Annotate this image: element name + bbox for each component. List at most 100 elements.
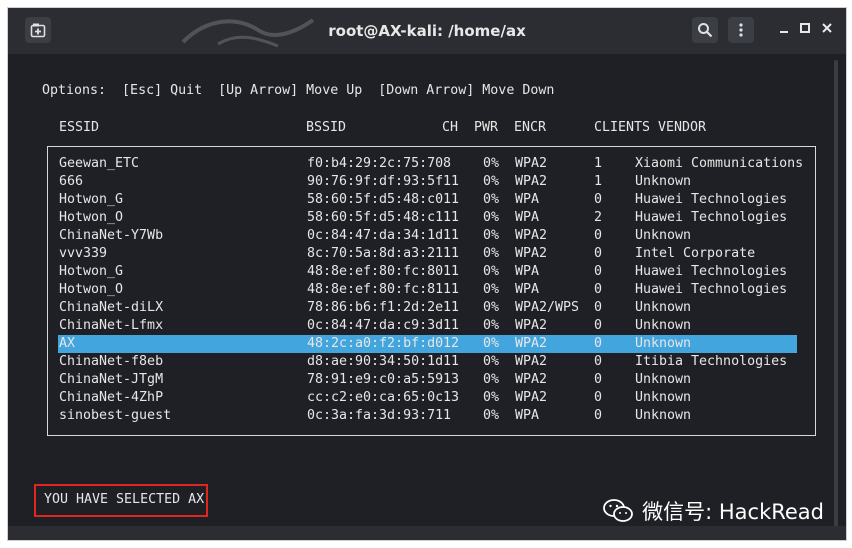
cell-encr: WPA2 — [515, 336, 548, 351]
close-icon — [822, 23, 832, 33]
network-list[interactable]: Geewan_ETC f0:b4:29:2c:75:70 8 0% WPA2 1 Xiaom… — [47, 146, 816, 436]
minimize-button[interactable] — [776, 22, 792, 38]
network-row[interactable]: vvv339 8c:70:5a:8d:a3:21 11 0% WPA2 0 Intel Co… — [58, 245, 797, 263]
column-header-vendor: VENDOR — [658, 120, 707, 135]
cell-encr: WPA2 — [515, 246, 548, 261]
cell-clients: 2 — [594, 210, 603, 225]
menu-button[interactable] — [728, 17, 754, 43]
cell-bssid: 90:76:9f:df:93:5f — [307, 174, 444, 189]
cell-essid: Hotwon_G — [59, 192, 124, 207]
cell-encr: WPA2 — [515, 390, 548, 405]
cell-bssid: 8c:70:5a:8d:a3:21 — [307, 246, 444, 261]
cell-essid: ChinaNet-JTgM — [59, 372, 164, 387]
cell-clients: 1 — [594, 174, 603, 189]
search-button[interactable] — [692, 17, 718, 43]
scrollbar[interactable] — [834, 60, 838, 530]
cell-ch: 1 — [443, 408, 452, 423]
network-row[interactable]: ChinaNet-JTgM 78:91:e9:c0:a5:59 13 0% WPA2 0 U… — [58, 371, 797, 389]
cell-pwr: 0% — [483, 408, 500, 423]
cell-bssid: 48:2c:a0:f2:bf:d0 — [307, 336, 444, 351]
cell-clients: 0 — [594, 354, 603, 369]
cell-encr: WPA2 — [515, 156, 548, 171]
cell-encr: WPA — [515, 282, 540, 297]
cell-ch: 8 — [443, 156, 452, 171]
cell-clients: 0 — [594, 228, 603, 243]
network-row[interactable]: Hotwon_O 48:8e:ef:80:fc:81 11 0% WPA 0 Huawei … — [58, 281, 797, 299]
terminal-area[interactable]: Options: [Esc] Quit [Up Arrow] Move Up [… — [8, 54, 846, 540]
cell-ch: 11 — [443, 282, 460, 297]
maximize-icon — [800, 23, 810, 33]
cell-vendor: Unknown — [635, 174, 692, 189]
column-header-clients: CLIENTS — [594, 120, 651, 135]
cell-bssid: 58:60:5f:d5:48:c1 — [307, 210, 444, 225]
search-icon — [698, 23, 713, 38]
cell-pwr: 0% — [483, 228, 500, 243]
window-title: root@AX-kali: /home/ax — [328, 22, 526, 40]
cell-encr: WPA2 — [515, 228, 548, 243]
cell-ch: 12 — [443, 336, 460, 351]
cell-vendor: Unknown — [635, 390, 692, 405]
cell-vendor: Huawei Technologies — [635, 192, 788, 207]
cell-pwr: 0% — [483, 390, 500, 405]
cell-clients: 1 — [594, 156, 603, 171]
options-line: Options: [Esc] Quit [Up Arrow] Move Up [… — [42, 83, 555, 98]
cell-bssid: 0c:3a:fa:3d:93:71 — [307, 408, 444, 423]
column-header-pwr: PWR — [474, 120, 499, 135]
watermark-text: 微信号: HackRead — [642, 500, 824, 524]
cell-encr: WPA — [515, 192, 540, 207]
cell-vendor: Huawei Technologies — [635, 210, 788, 225]
minimize-icon — [780, 31, 788, 33]
cell-clients: 0 — [594, 300, 603, 315]
title-bar[interactable]: root@AX-kali: /home/ax — [8, 8, 846, 54]
network-row[interactable]: Hotwon_G 58:60:5f:d5:48:c0 11 0% WPA 0 Huawei … — [58, 191, 797, 209]
network-row[interactable]: ChinaNet-Y7Wb 0c:84:47:da:34:1d 11 0% WPA2 0 U… — [58, 227, 797, 245]
network-row[interactable]: sinobest-guest 0c:3a:fa:3d:93:71 1 0% WPA 0 Un… — [58, 407, 797, 425]
cell-encr: WPA — [515, 210, 540, 225]
cell-clients: 0 — [594, 390, 603, 405]
network-row[interactable]: Hotwon_O 58:60:5f:d5:48:c1 11 0% WPA 2 Huawei … — [58, 209, 797, 227]
cell-pwr: 0% — [483, 354, 500, 369]
cell-ch: 11 — [443, 264, 460, 279]
cell-vendor: Huawei Technologies — [635, 264, 788, 279]
cell-ch: 13 — [443, 372, 460, 387]
cell-pwr: 0% — [483, 246, 500, 261]
cell-ch: 13 — [443, 390, 460, 405]
cell-essid: 666 — [59, 174, 84, 189]
network-row[interactable]: Geewan_ETC f0:b4:29:2c:75:70 8 0% WPA2 1 Xiaom… — [58, 155, 803, 173]
close-button[interactable] — [819, 22, 835, 38]
network-row[interactable]: ChinaNet-4ZhP cc:c2:e0:ca:65:0c 13 0% WPA2 0 U… — [58, 389, 797, 407]
network-row[interactable]: ChinaNet-Lfmx 0c:84:47:da:c9:3d 11 0% WPA2 0 U… — [58, 317, 797, 335]
wechat-icon — [603, 499, 634, 522]
network-row[interactable]: ChinaNet-diLX 78:86:b6:f1:2d:2e 11 0% WPA2/W… — [58, 299, 797, 317]
cell-ch: 11 — [443, 354, 460, 369]
cell-ch: 11 — [443, 318, 460, 333]
cell-bssid: 0c:84:47:da:c9:3d — [307, 318, 444, 333]
cell-bssid: cc:c2:e0:ca:65:0c — [307, 390, 444, 405]
cell-vendor: Unknown — [635, 336, 692, 351]
network-row[interactable]: 666 90:76:9f:df:93:5f 11 0% WPA2 1 Unknown — [58, 173, 797, 191]
cell-essid: Geewan_ETC — [59, 156, 140, 171]
cell-bssid: 78:91:e9:c0:a5:59 — [307, 372, 444, 387]
cell-vendor: Huawei Technologies — [635, 282, 788, 297]
cell-clients: 0 — [594, 336, 603, 351]
cell-pwr: 0% — [483, 282, 500, 297]
cell-clients: 0 — [594, 264, 603, 279]
cell-pwr: 0% — [483, 174, 500, 189]
watermark: 微信号: HackRead — [602, 496, 824, 526]
cell-vendor: Intel Corporate — [635, 246, 756, 261]
cell-clients: 0 — [594, 408, 603, 423]
selection-status-box: YOU HAVE SELECTED AX — [34, 484, 208, 517]
cell-ch: 11 — [443, 246, 460, 261]
cell-vendor: Unknown — [635, 228, 692, 243]
cell-pwr: 0% — [483, 318, 500, 333]
cell-pwr: 0% — [483, 210, 500, 225]
cell-pwr: 0% — [483, 372, 500, 387]
maximize-button[interactable] — [797, 22, 813, 38]
cell-clients: 0 — [594, 246, 603, 261]
cell-ch: 11 — [443, 228, 460, 243]
network-row[interactable]: ChinaNet-f8eb d8:ae:90:34:50:1d 11 0% WPA2 0 I… — [58, 353, 797, 371]
cell-essid: vvv339 — [59, 246, 108, 261]
network-row-selected[interactable]: AX 48:2c:a0:f2:bf:d0 12 0% WPA2 0 Unknown — [58, 335, 797, 353]
cell-encr: WPA2 — [515, 372, 548, 387]
network-row[interactable]: Hotwon_G 48:8e:ef:80:fc:80 11 0% WPA 0 Huawei … — [58, 263, 797, 281]
